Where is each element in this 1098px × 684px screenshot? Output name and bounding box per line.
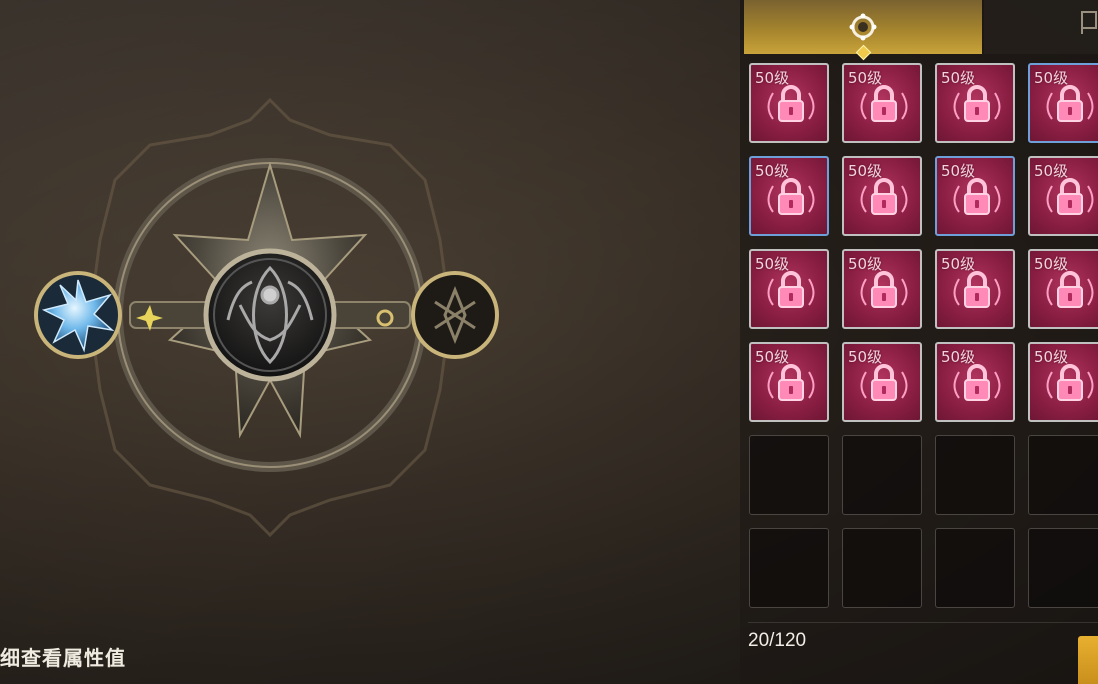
locked-slot[interactable]: 50级 [1028, 249, 1098, 329]
locked-slot[interactable]: 50级 [935, 156, 1015, 236]
empty-slot[interactable] [1028, 528, 1098, 608]
locked-slot[interactable]: 50级 [935, 342, 1015, 422]
locked-slot[interactable]: 50级 [1028, 156, 1098, 236]
empty-slot[interactable] [842, 528, 922, 608]
lock-icon [1046, 178, 1094, 215]
lock-icon [1046, 271, 1094, 308]
action-button[interactable] [1078, 636, 1098, 684]
lock-icon [1046, 85, 1094, 122]
locked-slot[interactable]: 50级 [935, 249, 1015, 329]
locked-slot[interactable]: 50级 [749, 342, 829, 422]
ring-gem-icon [849, 13, 877, 41]
lock-icon [953, 271, 1001, 308]
empty-slot[interactable] [1028, 435, 1098, 515]
lock-icon [1046, 364, 1094, 401]
locked-slot[interactable]: 50级 [749, 249, 829, 329]
tab-banner[interactable] [984, 0, 1098, 54]
lock-icon [767, 271, 815, 308]
lock-icon [860, 85, 908, 122]
soul-emblem [34, 97, 499, 538]
locked-slot[interactable]: 50级 [749, 156, 829, 236]
empty-slot[interactable] [935, 435, 1015, 515]
locked-slot[interactable]: 50级 [842, 63, 922, 143]
locked-slot[interactable]: 50级 [1028, 63, 1098, 143]
lock-icon [767, 85, 815, 122]
locked-slot[interactable]: 50级 [935, 63, 1015, 143]
lock-icon [767, 364, 815, 401]
empty-slot[interactable] [749, 528, 829, 608]
center-core [203, 248, 337, 382]
banner-icon [1081, 11, 1097, 34]
empty-slot[interactable] [749, 435, 829, 515]
empty-slot[interactable] [935, 528, 1015, 608]
locked-slot[interactable]: 50级 [842, 249, 922, 329]
hint-text: 细查看属性值 [0, 646, 126, 670]
empty-slot[interactable] [842, 435, 922, 515]
lock-icon [953, 85, 1001, 122]
locked-slot[interactable]: 50级 [842, 342, 922, 422]
lock-icon [767, 178, 815, 215]
lock-icon [953, 178, 1001, 215]
locked-slot[interactable]: 50级 [842, 156, 922, 236]
divider [748, 622, 1098, 623]
locked-slot[interactable]: 50级 [1028, 342, 1098, 422]
locked-slot[interactable]: 50级 [749, 63, 829, 143]
lock-icon [860, 271, 908, 308]
lock-icon [953, 364, 1001, 401]
lock-icon [860, 178, 908, 215]
lock-icon [860, 364, 908, 401]
inventory-count: 20/120 [748, 630, 807, 651]
